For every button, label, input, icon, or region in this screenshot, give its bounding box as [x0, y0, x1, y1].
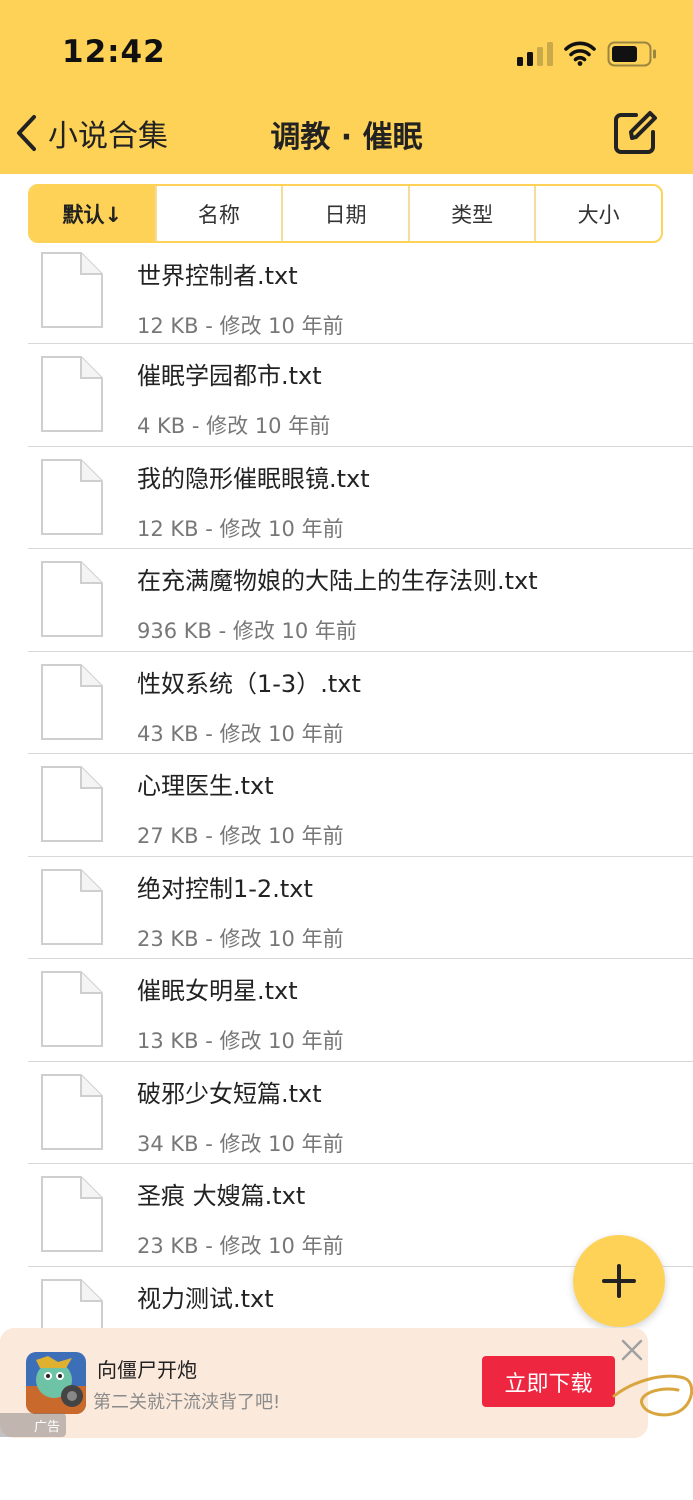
- file-name: 我的隐形催眠眼镜.txt: [137, 464, 370, 493]
- swipe-hint-icon: [612, 1374, 693, 1417]
- file-name: 绝对控制1-2.txt: [137, 874, 313, 903]
- ad-tag: 广告: [0, 1413, 66, 1437]
- file-name: 在充满魔物娘的大陆上的生存法则.txt: [137, 567, 538, 595]
- file-row[interactable]: 心理医生.txt 27 KB - 修改 10 年前: [28, 754, 693, 857]
- file-icon: [41, 252, 103, 328]
- file-list: 世界控制者.txt 12 KB - 修改 10 年前 催眠学园都市.txt 4 …: [28, 246, 693, 1368]
- add-button[interactable]: [573, 1235, 665, 1327]
- ad-subtitle: 第二关就汗流浃背了吧!: [93, 1392, 281, 1413]
- game-app-icon: [26, 1352, 86, 1414]
- file-meta: 13 KB - 修改 10 年前: [137, 1029, 344, 1053]
- file-name: 性奴系统（1-3）.txt: [137, 669, 361, 698]
- ad-banner[interactable]: 向僵尸开炮 第二关就汗流浃背了吧! 立即下载 广告: [0, 1328, 648, 1438]
- signal-icon: [517, 42, 553, 66]
- file-meta: 23 KB - 修改 10 年前: [137, 1234, 344, 1258]
- sort-size[interactable]: 大小: [536, 186, 661, 241]
- sort-default[interactable]: 默认↓: [30, 186, 157, 241]
- plus-icon: [602, 1264, 636, 1298]
- file-meta: 43 KB - 修改 10 年前: [137, 721, 344, 746]
- file-name: 世界控制者.txt: [137, 262, 298, 290]
- ad-download-button[interactable]: 立即下载: [482, 1356, 615, 1407]
- file-icon: [41, 971, 103, 1047]
- top-bar: 12:42 小说合集 调教 · 催眠: [0, 0, 693, 174]
- file-meta: 12 KB - 修改 10 年前: [137, 516, 344, 541]
- sort-type[interactable]: 类型: [410, 186, 537, 241]
- file-name: 心理医生.txt: [137, 772, 274, 800]
- file-meta: 34 KB - 修改 10 年前: [137, 1131, 344, 1156]
- file-name: 催眠学园都市.txt: [137, 362, 322, 390]
- wifi-icon: [564, 41, 596, 66]
- file-icon: [41, 1073, 103, 1150]
- file-name: 破邪少女短篇.txt: [137, 1079, 322, 1108]
- file-icon: [41, 561, 103, 637]
- battery-icon: [607, 41, 656, 67]
- ad-title: 向僵尸开炮: [97, 1358, 197, 1382]
- file-row[interactable]: 破邪少女短篇.txt 34 KB - 修改 10 年前: [28, 1062, 693, 1164]
- status-time: 12:42: [62, 34, 166, 70]
- sort-name[interactable]: 名称: [157, 186, 284, 241]
- file-meta: 936 KB - 修改 10 年前: [137, 619, 357, 643]
- file-meta: 23 KB - 修改 10 年前: [137, 926, 344, 951]
- file-icon: [41, 1176, 103, 1252]
- file-meta: 4 KB - 修改 10 年前: [137, 414, 331, 438]
- file-icon: [41, 766, 103, 842]
- file-icon: [41, 458, 103, 535]
- file-icon: [41, 663, 103, 740]
- file-row[interactable]: 在充满魔物娘的大陆上的生存法则.txt 936 KB - 修改 10 年前: [28, 549, 693, 652]
- file-icon: [41, 868, 103, 945]
- file-row[interactable]: 催眠学园都市.txt 4 KB - 修改 10 年前: [28, 344, 693, 447]
- file-row[interactable]: 我的隐形催眠眼镜.txt 12 KB - 修改 10 年前: [28, 447, 693, 549]
- file-row[interactable]: 绝对控制1-2.txt 23 KB - 修改 10 年前: [28, 857, 693, 959]
- file-icon: [41, 356, 103, 432]
- sort-date[interactable]: 日期: [283, 186, 410, 241]
- page-title: 调教 · 催眠: [270, 120, 423, 155]
- file-row[interactable]: 性奴系统（1-3）.txt 43 KB - 修改 10 年前: [28, 652, 693, 754]
- close-icon[interactable]: [618, 1336, 646, 1364]
- file-name: 催眠女明星.txt: [137, 977, 298, 1005]
- file-row[interactable]: 世界控制者.txt 12 KB - 修改 10 年前: [28, 246, 693, 344]
- file-name: 视力测试.txt: [137, 1284, 274, 1313]
- edit-icon[interactable]: [612, 110, 658, 156]
- file-meta: 12 KB - 修改 10 年前: [137, 314, 344, 338]
- file-name: 圣痕 大嫂篇.txt: [137, 1182, 306, 1210]
- file-meta: 27 KB - 修改 10 年前: [137, 824, 344, 848]
- sort-segmented-control: 默认↓ 名称 日期 类型 大小: [28, 184, 663, 243]
- file-row[interactable]: 催眠女明星.txt 13 KB - 修改 10 年前: [28, 959, 693, 1062]
